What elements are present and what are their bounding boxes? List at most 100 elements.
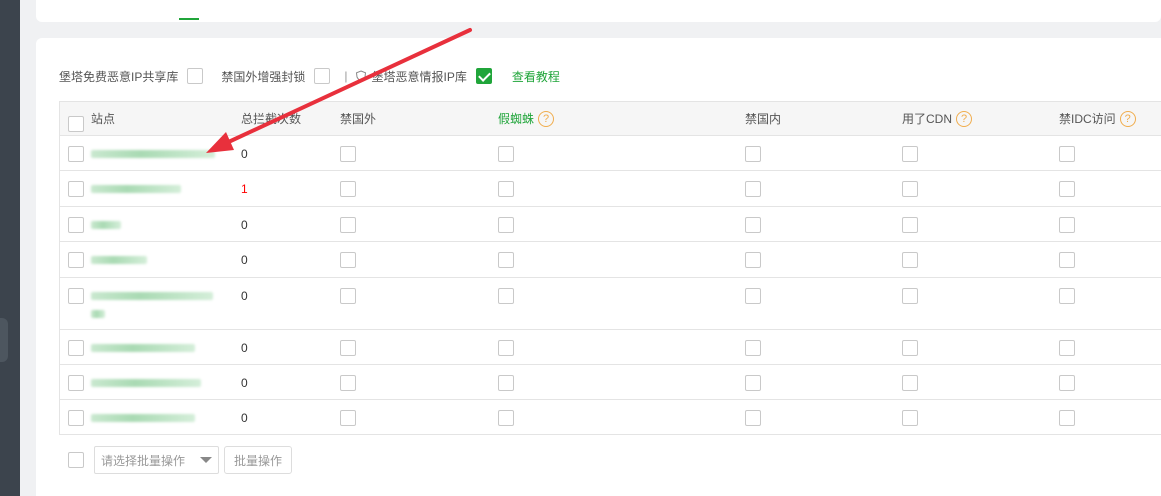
enhanced-foreign-block-checkbox[interactable] — [314, 68, 331, 84]
site-name-blurred[interactable] — [91, 330, 241, 352]
block-foreign-checkbox[interactable] — [340, 252, 356, 268]
block-foreign-checkbox[interactable] — [340, 375, 356, 391]
header-site[interactable]: 站点 — [91, 102, 241, 136]
fake-spider-checkbox[interactable] — [498, 146, 514, 162]
block-idc-checkbox[interactable] — [1059, 340, 1075, 356]
view-tutorial-link[interactable]: 查看教程 — [512, 68, 560, 85]
sidebar-collapse-handle[interactable] — [0, 318, 8, 362]
fake-spider-checkbox[interactable] — [498, 410, 514, 426]
table-row: 1 — [60, 171, 1161, 207]
row-checkbox[interactable] — [68, 181, 84, 197]
row-checkbox[interactable] — [68, 340, 84, 356]
block-domestic-checkbox[interactable] — [745, 340, 761, 356]
used-cdn-checkbox[interactable] — [902, 252, 918, 268]
shield-icon — [355, 70, 367, 82]
header-fake-spider-wrap: 假蜘蛛? — [498, 102, 745, 136]
header-total-blocks[interactable]: 总拦截次数 — [241, 102, 340, 136]
block-idc-checkbox[interactable] — [1059, 252, 1075, 268]
block-foreign-checkbox[interactable] — [340, 181, 356, 197]
free-malicious-ip-library-label: 堡塔免费恶意IP共享库 — [59, 69, 179, 84]
table-header: 站点 总拦截次数 禁国外 假蜘蛛? 禁国内 用了CDN? 禁IDC访问? — [60, 102, 1161, 136]
table-row: 0 — [60, 365, 1161, 400]
row-checkbox[interactable] — [68, 252, 84, 268]
total-blocks-count: 0 — [241, 376, 248, 390]
total-blocks-count: 0 — [241, 147, 248, 161]
row-checkbox[interactable] — [68, 288, 84, 304]
fake-spider-checkbox[interactable] — [498, 217, 514, 233]
fake-spider-checkbox[interactable] — [498, 181, 514, 197]
help-icon[interactable]: ? — [956, 111, 972, 128]
table-row: 0 — [60, 242, 1161, 278]
header-block-idc-wrap: 禁IDC访问? — [1059, 102, 1161, 136]
header-used-cdn-wrap: 用了CDN? — [902, 102, 1059, 136]
toolbar-separator: | — [344, 69, 348, 83]
app-sidebar-edge — [0, 0, 20, 496]
site-name-blurred[interactable] — [91, 365, 241, 387]
table-row: 0 — [60, 207, 1161, 242]
toolbar: 堡塔免费恶意IP共享库 禁国外增强封锁 | 堡塔恶意情报IP库 查看教程 — [59, 66, 560, 86]
row-checkbox[interactable] — [68, 217, 84, 233]
free-malicious-ip-library-checkbox[interactable] — [187, 68, 204, 84]
block-idc-checkbox[interactable] — [1059, 146, 1075, 162]
row-checkbox[interactable] — [68, 146, 84, 162]
batch-operation-button[interactable]: 批量操作 — [224, 446, 293, 474]
batch-actions: 请选择批量操作 批量操作 — [68, 446, 293, 474]
select-all-checkbox[interactable] — [68, 115, 84, 132]
row-checkbox[interactable] — [68, 410, 84, 426]
used-cdn-checkbox[interactable] — [902, 217, 918, 233]
block-domestic-checkbox[interactable] — [745, 217, 761, 233]
top-panel — [36, 0, 1161, 22]
total-blocks-count: 0 — [241, 289, 248, 303]
block-domestic-checkbox[interactable] — [745, 410, 761, 426]
row-checkbox[interactable] — [68, 375, 84, 391]
fake-spider-checkbox[interactable] — [498, 288, 514, 304]
block-domestic-checkbox[interactable] — [745, 375, 761, 391]
site-table: 站点 总拦截次数 禁国外 假蜘蛛? 禁国内 用了CDN? 禁IDC访问? 0 1… — [59, 101, 1161, 435]
block-foreign-checkbox[interactable] — [340, 410, 356, 426]
used-cdn-checkbox[interactable] — [902, 340, 918, 356]
block-domestic-checkbox[interactable] — [745, 252, 761, 268]
block-idc-checkbox[interactable] — [1059, 181, 1075, 197]
header-used-cdn: 用了CDN — [902, 111, 952, 126]
help-icon[interactable]: ? — [538, 111, 555, 128]
site-name-blurred[interactable] — [91, 136, 241, 158]
used-cdn-checkbox[interactable] — [902, 146, 918, 162]
used-cdn-checkbox[interactable] — [902, 375, 918, 391]
block-idc-checkbox[interactable] — [1059, 410, 1075, 426]
used-cdn-checkbox[interactable] — [902, 410, 918, 426]
site-name-blurred[interactable] — [91, 171, 241, 193]
fake-spider-checkbox[interactable] — [498, 340, 514, 356]
block-domestic-checkbox[interactable] — [745, 288, 761, 304]
site-name-blurred[interactable] — [91, 278, 241, 318]
total-blocks-count: 0 — [241, 411, 248, 425]
site-name-blurred[interactable] — [91, 207, 241, 229]
block-foreign-checkbox[interactable] — [340, 217, 356, 233]
header-block-idc: 禁IDC访问 — [1059, 111, 1116, 126]
help-icon[interactable]: ? — [1119, 111, 1136, 128]
block-idc-checkbox[interactable] — [1059, 217, 1075, 233]
threat-intel-ip-library-checkbox[interactable] — [475, 68, 492, 84]
block-foreign-checkbox[interactable] — [340, 288, 356, 304]
table-row: 0 — [60, 136, 1161, 171]
fake-spider-checkbox[interactable] — [498, 375, 514, 391]
total-blocks-count: 0 — [241, 253, 248, 267]
block-idc-checkbox[interactable] — [1059, 375, 1075, 391]
block-domestic-checkbox[interactable] — [745, 181, 761, 197]
block-foreign-checkbox[interactable] — [340, 340, 356, 356]
used-cdn-checkbox[interactable] — [902, 181, 918, 197]
used-cdn-checkbox[interactable] — [902, 288, 918, 304]
fake-spider-checkbox[interactable] — [498, 252, 514, 268]
batch-operation-select[interactable]: 请选择批量操作 — [94, 446, 219, 474]
block-idc-checkbox[interactable] — [1059, 288, 1075, 304]
total-blocks-count: 0 — [241, 218, 248, 232]
threat-intel-ip-library-label: 堡塔恶意情报IP库 — [371, 69, 467, 84]
block-domestic-checkbox[interactable] — [745, 146, 761, 162]
bottom-select-all-checkbox[interactable] — [68, 452, 84, 468]
site-name-blurred[interactable] — [91, 242, 241, 264]
block-foreign-checkbox[interactable] — [340, 146, 356, 162]
table-row: 0 — [60, 400, 1161, 435]
table-row: 0 — [60, 330, 1161, 365]
header-block-foreign: 禁国外 — [340, 111, 377, 126]
ip-block-panel: 堡塔免费恶意IP共享库 禁国外增强封锁 | 堡塔恶意情报IP库 查看教程 站点 … — [36, 38, 1161, 496]
site-name-blurred[interactable] — [91, 400, 241, 422]
